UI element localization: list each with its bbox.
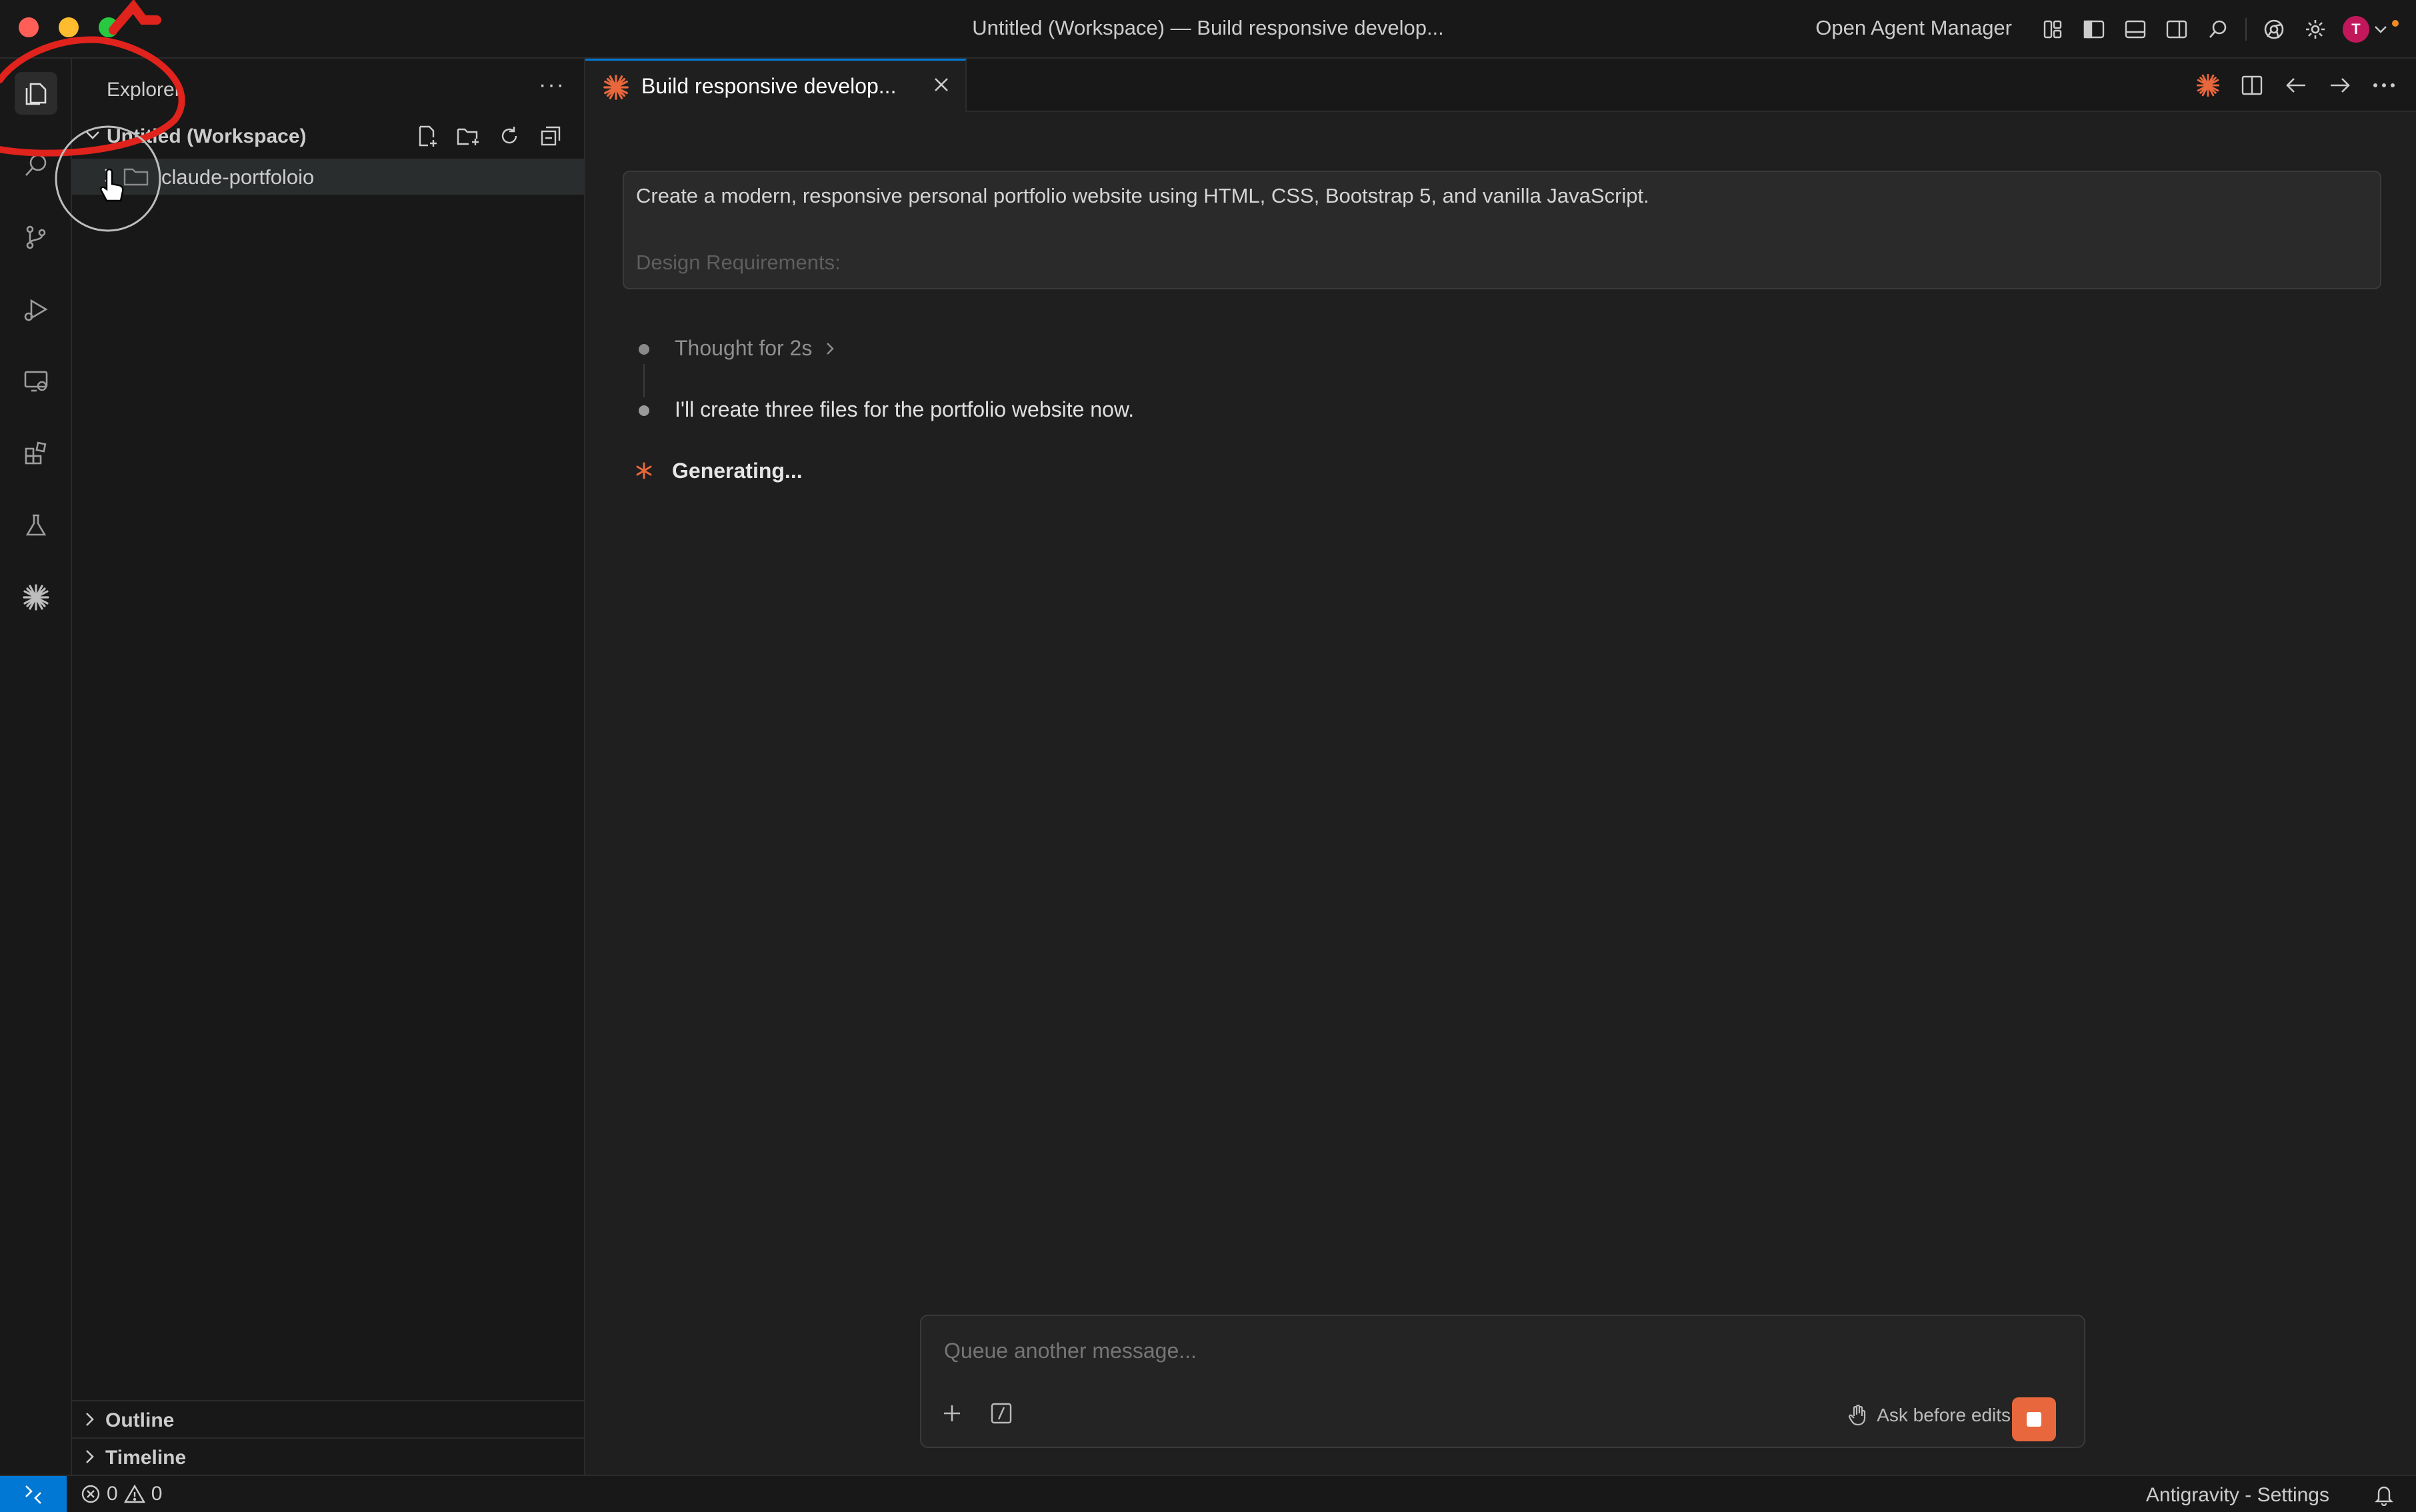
user-prompt[interactable]: Create a modern, responsive personal por… [623, 171, 2381, 289]
claude-icon [601, 73, 631, 105]
workspace-header[interactable]: Untitled (Workspace) [72, 120, 584, 153]
timeline-bullet [639, 344, 649, 355]
chevron-right-icon [81, 1411, 97, 1431]
forward-arrow-icon[interactable] [2325, 71, 2355, 100]
message-composer: Ask before edits [920, 1315, 2085, 1448]
refresh-icon[interactable] [496, 123, 523, 149]
slash-command-icon[interactable] [985, 1397, 1017, 1429]
chevron-right-icon [827, 342, 835, 355]
chrome-icon[interactable] [2260, 15, 2288, 43]
prompt-text-faded: Design Requirements: [636, 251, 841, 274]
title-bar: Untitled (Workspace) — Build responsive … [0, 0, 2416, 59]
chevron-down-icon [84, 127, 101, 147]
gear-icon[interactable] [2301, 15, 2329, 43]
chevron-down-icon[interactable] [2373, 15, 2388, 43]
open-agent-manager-button[interactable]: Open Agent Manager [1815, 16, 2012, 40]
remote-indicator-icon[interactable] [0, 1476, 67, 1512]
timeline-pane-header[interactable]: Timeline [72, 1437, 584, 1475]
timeline-bullet [639, 405, 649, 416]
add-icon[interactable] [936, 1397, 968, 1429]
activity-bar [0, 59, 72, 1475]
editor-tab-bar: Build responsive develop... [585, 59, 2416, 112]
claude-icon[interactable] [2193, 71, 2223, 100]
chevron-right-icon [100, 167, 116, 187]
warning-icon [123, 1484, 145, 1503]
remote-explorer-icon[interactable] [15, 360, 57, 403]
folder-icon [123, 167, 149, 190]
notification-dot [2392, 20, 2399, 27]
collapse-all-icon[interactable] [537, 123, 564, 149]
thought-toggle[interactable]: Thought for 2s [675, 336, 836, 361]
tab-label: Build responsive develop... [641, 74, 897, 98]
generating-asterisk-icon [635, 461, 653, 483]
agent-chat-panel: Create a modern, responsive personal por… [585, 112, 2416, 1475]
warning-count: 0 [151, 1483, 163, 1505]
queue-message-input[interactable] [944, 1339, 2011, 1363]
outline-pane-header[interactable]: Outline [72, 1400, 584, 1437]
generating-status: Generating... [672, 459, 803, 483]
hand-icon [1849, 1404, 1866, 1426]
divider [2245, 18, 2247, 41]
sidebar-title: Explorer [107, 79, 181, 101]
timeline-label: Timeline [105, 1447, 187, 1469]
run-debug-icon[interactable] [15, 288, 57, 331]
search-icon[interactable] [2204, 15, 2232, 43]
antigravity-settings-link[interactable]: Antigravity - Settings [2146, 1484, 2329, 1507]
outline-label: Outline [105, 1409, 175, 1431]
stop-button[interactable] [2012, 1397, 2056, 1441]
bell-icon[interactable] [2371, 1481, 2397, 1508]
minimize-window-button[interactable] [59, 17, 79, 37]
more-actions-icon[interactable] [2369, 71, 2399, 100]
thread-line [643, 364, 645, 397]
close-icon[interactable] [928, 71, 955, 98]
testing-icon[interactable] [15, 504, 57, 547]
maximize-window-button[interactable] [99, 17, 119, 37]
assistant-message: I'll create three files for the portfoli… [675, 397, 1135, 421]
error-icon [81, 1485, 100, 1503]
status-bar: 0 0 Antigravity - Settings [0, 1475, 2416, 1512]
claude-icon[interactable] [15, 576, 57, 619]
layout-icon[interactable] [2039, 15, 2067, 43]
folder-label: claude-portfoloio [161, 165, 315, 189]
folder-item-claude-portfoloio[interactable]: claude-portfoloio [72, 159, 584, 195]
explorer-icon[interactable] [15, 72, 57, 115]
error-count: 0 [107, 1483, 118, 1505]
more-actions-icon[interactable]: ··· [539, 72, 565, 98]
extensions-icon[interactable] [15, 432, 57, 475]
split-editor-icon[interactable] [2237, 71, 2267, 100]
toggle-panel-icon[interactable] [2121, 15, 2149, 43]
back-arrow-icon[interactable] [2281, 71, 2311, 100]
source-control-icon[interactable] [15, 216, 57, 259]
new-folder-icon[interactable] [455, 123, 481, 149]
problems-indicator[interactable]: 0 0 [80, 1483, 162, 1505]
search-icon[interactable] [15, 144, 57, 187]
account-avatar[interactable]: T [2343, 16, 2369, 43]
tab-build-responsive[interactable]: Build responsive develop... [585, 59, 967, 112]
ask-before-edits-toggle[interactable]: Ask before edits [1847, 1404, 2011, 1427]
prompt-text: Create a modern, responsive personal por… [636, 184, 1649, 207]
new-file-icon[interactable] [413, 123, 440, 149]
chevron-right-icon [81, 1448, 97, 1469]
close-window-button[interactable] [19, 17, 39, 37]
workspace-label: Untitled (Workspace) [107, 125, 307, 147]
explorer-sidebar: Explorer ··· Untitled (Workspace) claude… [72, 59, 585, 1475]
thought-label: Thought for 2s [675, 336, 813, 360]
ask-before-edits-label: Ask before edits [1877, 1405, 2011, 1425]
toggle-sidebar-icon[interactable] [2080, 15, 2108, 43]
toggle-secondary-sidebar-icon[interactable] [2163, 15, 2191, 43]
